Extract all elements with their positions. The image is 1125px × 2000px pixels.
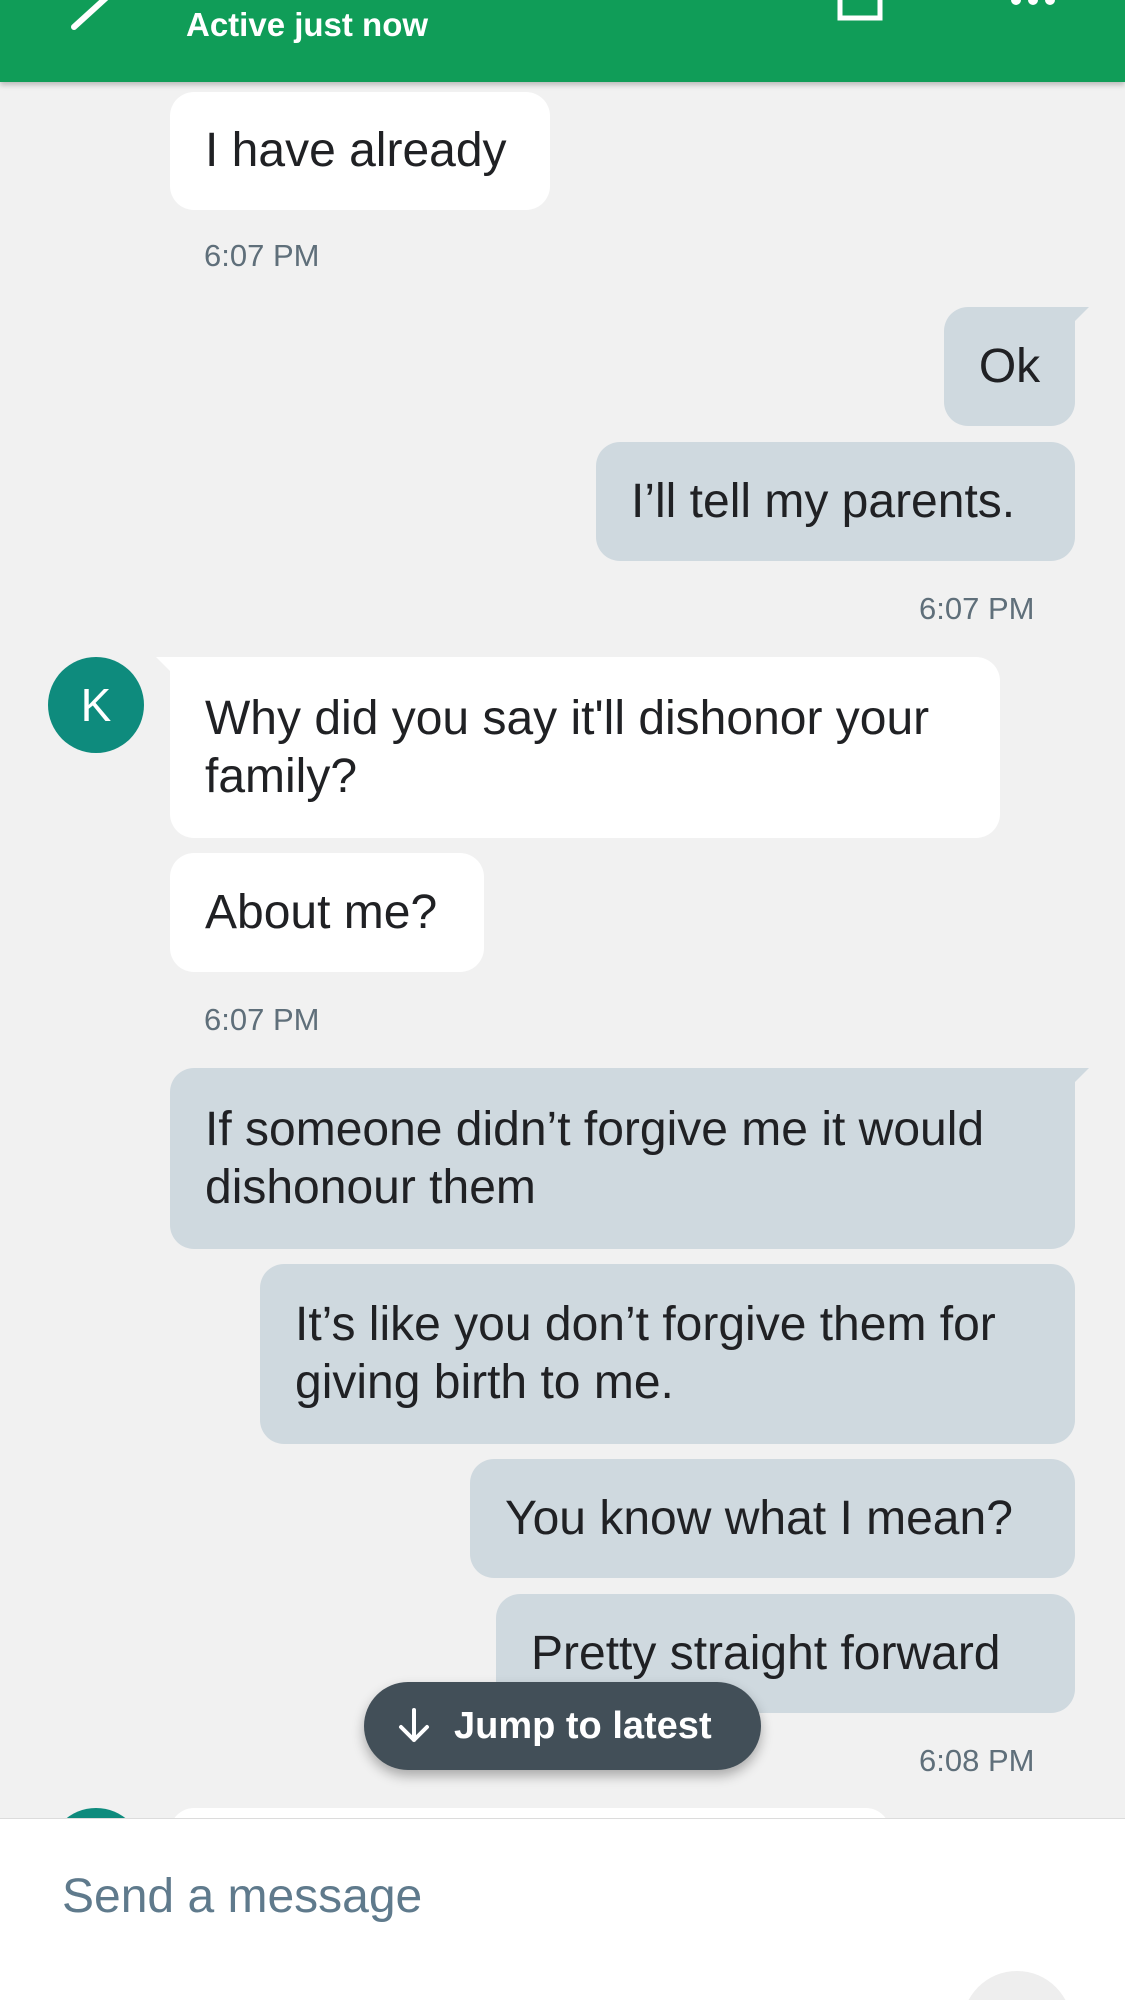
message-text: Pretty straight forward — [531, 1626, 1001, 1680]
send-icon[interactable] — [962, 1971, 1072, 2000]
message-bubble[interactable]: Ok — [944, 307, 1089, 426]
message-bubble[interactable]: Why did you say it'll dishonor your fami… — [156, 657, 1000, 838]
contact-status: Active just now — [186, 6, 429, 43]
contact-avatar[interactable]: K — [48, 657, 144, 753]
message-bubble[interactable]: I’ll tell my parents. — [596, 442, 1075, 561]
message-text: If someone didn’t forgive me it would di… — [205, 1102, 985, 1214]
arrow-down-icon — [399, 1708, 429, 1742]
message-bubble[interactable]: It’s like you don’t forgive them for giv… — [260, 1264, 1075, 1444]
message-text: About me? — [205, 885, 438, 939]
message-text: You know what I mean? — [505, 1491, 1013, 1545]
more-vert-icon[interactable] — [1008, 0, 1058, 6]
message-timestamp: 6:07 PM — [919, 591, 1035, 626]
arrow-back-icon[interactable] — [62, 0, 122, 32]
jump-to-latest-label: Jump to latest — [454, 1704, 712, 1747]
message-timestamp: 6:07 PM — [204, 1002, 320, 1037]
message-text: Ok — [978, 339, 1041, 393]
app-header: Active just now — [0, 0, 1125, 82]
message-timestamp: 6:08 PM — [919, 1743, 1035, 1778]
message-bubble[interactable]: If someone didn’t forgive me it would di… — [170, 1068, 1089, 1249]
message-bubble[interactable]: I have already — [170, 92, 550, 210]
jump-to-latest-button[interactable]: Jump to latest — [364, 1682, 761, 1770]
message-text: I have already — [205, 124, 507, 177]
message-bubble[interactable]: About me? — [170, 853, 484, 972]
message-text: It’s like you don’t forgive them for giv… — [295, 1298, 996, 1409]
message-input[interactable] — [62, 1869, 862, 1924]
message-composer — [0, 1818, 1125, 2000]
message-timestamp: 6:07 PM — [204, 238, 320, 273]
message-bubble[interactable]: You know what I mean? — [470, 1459, 1075, 1578]
message-text: I’ll tell my parents. — [631, 474, 1016, 528]
video-call-icon[interactable] — [830, 0, 910, 28]
message-text: Why did you say it'll dishonor your fami… — [205, 691, 930, 803]
